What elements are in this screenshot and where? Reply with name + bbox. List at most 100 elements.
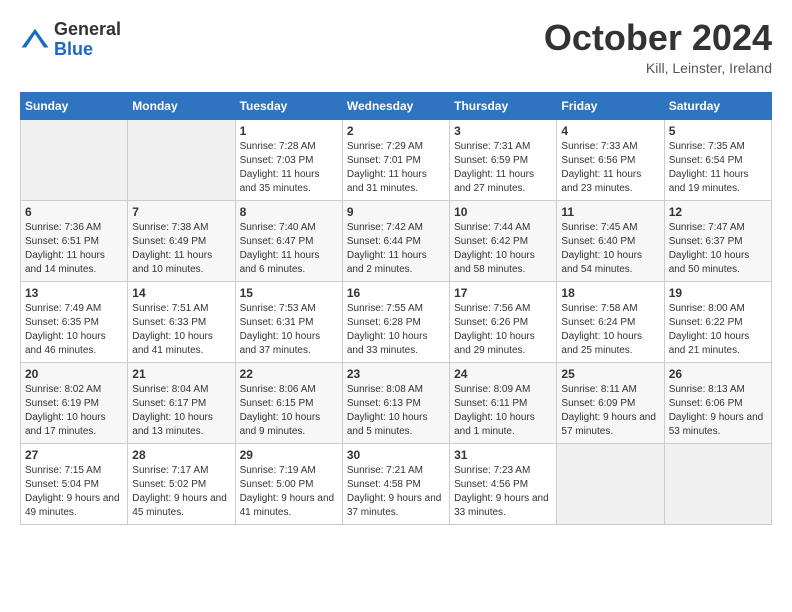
- day-number: 21: [132, 367, 230, 381]
- week-row-3: 13 Sunrise: 7:49 AMSunset: 6:35 PMDayligh…: [21, 282, 772, 363]
- header-wednesday: Wednesday: [342, 93, 449, 120]
- day-info: Sunrise: 7:44 AMSunset: 6:42 PMDaylight:…: [454, 221, 552, 277]
- cell-0-0: [21, 120, 128, 201]
- cell-0-3: 2 Sunrise: 7:29 AMSunset: 7:01 PMDaylight…: [342, 120, 449, 201]
- day-number: 3: [454, 124, 552, 138]
- day-info: Sunrise: 7:19 AMSunset: 5:00 PMDaylight:…: [240, 464, 338, 520]
- day-number: 19: [669, 286, 767, 300]
- cell-4-0: 27Sunrise: 7:15 AMSunset: 5:04 PMDayligh…: [21, 444, 128, 525]
- day-number: 30: [347, 448, 445, 462]
- day-info: Sunrise: 7:56 AMSunset: 6:26 PMDaylight:…: [454, 302, 552, 358]
- day-info: Sunrise: 7:53 AMSunset: 6:31 PMDaylight:…: [240, 302, 338, 358]
- day-info: Sunrise: 8:13 AMSunset: 6:06 PMDaylight:…: [669, 383, 767, 439]
- page-header: General Blue October 2024 Kill, Leinster…: [20, 20, 772, 76]
- day-info: Sunrise: 7:31 AMSunset: 6:59 PMDaylight:…: [454, 140, 552, 196]
- day-number: 2: [347, 124, 445, 138]
- cell-4-1: 28 Sunrise: 7:17 AMSunset: 5:02 PMDayligh…: [128, 444, 235, 525]
- week-row-2: 6 Sunrise: 7:36 AMSunset: 6:51 PMDaylight…: [21, 201, 772, 282]
- day-number: 1: [240, 124, 338, 138]
- month-title: October 2024: [544, 20, 772, 56]
- day-number: 14: [132, 286, 230, 300]
- cell-3-2: 22 Sunrise: 8:06 AMSunset: 6:15 PMDayligh…: [235, 363, 342, 444]
- calendar-body: 1Sunrise: 7:28 AMSunset: 7:03 PMDaylight…: [21, 120, 772, 525]
- cell-4-4: 31 Sunrise: 7:23 AMSunset: 4:56 PMDayligh…: [450, 444, 557, 525]
- cell-3-3: 23Sunrise: 8:08 AMSunset: 6:13 PMDayligh…: [342, 363, 449, 444]
- day-info: Sunrise: 7:33 AMSunset: 6:56 PMDaylight:…: [561, 140, 659, 196]
- day-number: 12: [669, 205, 767, 219]
- day-info: Sunrise: 7:36 AMSunset: 6:51 PMDaylight:…: [25, 221, 123, 277]
- day-number: 4: [561, 124, 659, 138]
- day-info: Sunrise: 8:00 AMSunset: 6:22 PMDaylight:…: [669, 302, 767, 358]
- header-row: Sunday Monday Tuesday Wednesday Thursday…: [21, 93, 772, 120]
- day-info: Sunrise: 8:02 AMSunset: 6:19 PMDaylight:…: [25, 383, 123, 439]
- day-info: Sunrise: 7:35 AMSunset: 6:54 PMDaylight:…: [669, 140, 767, 196]
- day-info: Sunrise: 8:06 AMSunset: 6:15 PMDaylight:…: [240, 383, 338, 439]
- week-row-1: 1Sunrise: 7:28 AMSunset: 7:03 PMDaylight…: [21, 120, 772, 201]
- day-number: 13: [25, 286, 123, 300]
- day-info: Sunrise: 7:21 AMSunset: 4:58 PMDaylight:…: [347, 464, 445, 520]
- cell-3-1: 21 Sunrise: 8:04 AMSunset: 6:17 PMDayligh…: [128, 363, 235, 444]
- day-info: Sunrise: 7:55 AMSunset: 6:28 PMDaylight:…: [347, 302, 445, 358]
- cell-0-2: 1Sunrise: 7:28 AMSunset: 7:03 PMDaylight…: [235, 120, 342, 201]
- cell-4-3: 30 Sunrise: 7:21 AMSunset: 4:58 PMDayligh…: [342, 444, 449, 525]
- day-info: Sunrise: 7:15 AMSunset: 5:04 PMDaylight:…: [25, 464, 123, 520]
- cell-1-0: 6 Sunrise: 7:36 AMSunset: 6:51 PMDaylight…: [21, 201, 128, 282]
- header-monday: Monday: [128, 93, 235, 120]
- day-number: 26: [669, 367, 767, 381]
- header-tuesday: Tuesday: [235, 93, 342, 120]
- cell-0-1: [128, 120, 235, 201]
- day-number: 15: [240, 286, 338, 300]
- day-number: 6: [25, 205, 123, 219]
- cell-2-0: 13 Sunrise: 7:49 AMSunset: 6:35 PMDayligh…: [21, 282, 128, 363]
- cell-3-6: 26 Sunrise: 8:13 AMSunset: 6:06 PMDayligh…: [664, 363, 771, 444]
- week-row-4: 20 Sunrise: 8:02 AMSunset: 6:19 PMDayligh…: [21, 363, 772, 444]
- day-number: 11: [561, 205, 659, 219]
- logo-general: General: [54, 20, 121, 40]
- day-number: 31: [454, 448, 552, 462]
- day-number: 9: [347, 205, 445, 219]
- day-number: 5: [669, 124, 767, 138]
- day-info: Sunrise: 7:51 AMSunset: 6:33 PMDaylight:…: [132, 302, 230, 358]
- cell-2-6: 19 Sunrise: 8:00 AMSunset: 6:22 PMDayligh…: [664, 282, 771, 363]
- cell-4-2: 29Sunrise: 7:19 AMSunset: 5:00 PMDayligh…: [235, 444, 342, 525]
- day-number: 20: [25, 367, 123, 381]
- day-info: Sunrise: 7:42 AMSunset: 6:44 PMDaylight:…: [347, 221, 445, 277]
- day-info: Sunrise: 7:23 AMSunset: 4:56 PMDaylight:…: [454, 464, 552, 520]
- calendar-header: Sunday Monday Tuesday Wednesday Thursday…: [21, 93, 772, 120]
- cell-1-6: 12Sunrise: 7:47 AMSunset: 6:37 PMDayligh…: [664, 201, 771, 282]
- cell-0-4: 3 Sunrise: 7:31 AMSunset: 6:59 PMDaylight…: [450, 120, 557, 201]
- logo-blue: Blue: [54, 40, 121, 60]
- day-number: 22: [240, 367, 338, 381]
- day-number: 16: [347, 286, 445, 300]
- day-info: Sunrise: 8:11 AMSunset: 6:09 PMDaylight:…: [561, 383, 659, 439]
- cell-4-6: [664, 444, 771, 525]
- day-info: Sunrise: 7:45 AMSunset: 6:40 PMDaylight:…: [561, 221, 659, 277]
- cell-1-1: 7Sunrise: 7:38 AMSunset: 6:49 PMDaylight…: [128, 201, 235, 282]
- day-number: 25: [561, 367, 659, 381]
- calendar-table: Sunday Monday Tuesday Wednesday Thursday…: [20, 92, 772, 525]
- location: Kill, Leinster, Ireland: [544, 60, 772, 76]
- cell-2-1: 14 Sunrise: 7:51 AMSunset: 6:33 PMDayligh…: [128, 282, 235, 363]
- cell-2-4: 17 Sunrise: 7:56 AMSunset: 6:26 PMDayligh…: [450, 282, 557, 363]
- day-info: Sunrise: 8:04 AMSunset: 6:17 PMDaylight:…: [132, 383, 230, 439]
- header-thursday: Thursday: [450, 93, 557, 120]
- header-sunday: Sunday: [21, 93, 128, 120]
- header-saturday: Saturday: [664, 93, 771, 120]
- cell-1-4: 10 Sunrise: 7:44 AMSunset: 6:42 PMDayligh…: [450, 201, 557, 282]
- cell-0-5: 4 Sunrise: 7:33 AMSunset: 6:56 PMDaylight…: [557, 120, 664, 201]
- day-info: Sunrise: 7:17 AMSunset: 5:02 PMDaylight:…: [132, 464, 230, 520]
- day-number: 28: [132, 448, 230, 462]
- cell-3-5: 25 Sunrise: 8:11 AMSunset: 6:09 PMDayligh…: [557, 363, 664, 444]
- logo-icon: [20, 25, 50, 55]
- day-number: 10: [454, 205, 552, 219]
- day-number: 24: [454, 367, 552, 381]
- day-number: 23: [347, 367, 445, 381]
- day-info: Sunrise: 7:40 AMSunset: 6:47 PMDaylight:…: [240, 221, 338, 277]
- title-block: October 2024 Kill, Leinster, Ireland: [544, 20, 772, 76]
- cell-0-6: 5 Sunrise: 7:35 AMSunset: 6:54 PMDaylight…: [664, 120, 771, 201]
- day-info: Sunrise: 7:29 AMSunset: 7:01 PMDaylight:…: [347, 140, 445, 196]
- cell-2-2: 15 Sunrise: 7:53 AMSunset: 6:31 PMDayligh…: [235, 282, 342, 363]
- day-info: Sunrise: 7:49 AMSunset: 6:35 PMDaylight:…: [25, 302, 123, 358]
- day-number: 17: [454, 286, 552, 300]
- week-row-5: 27Sunrise: 7:15 AMSunset: 5:04 PMDayligh…: [21, 444, 772, 525]
